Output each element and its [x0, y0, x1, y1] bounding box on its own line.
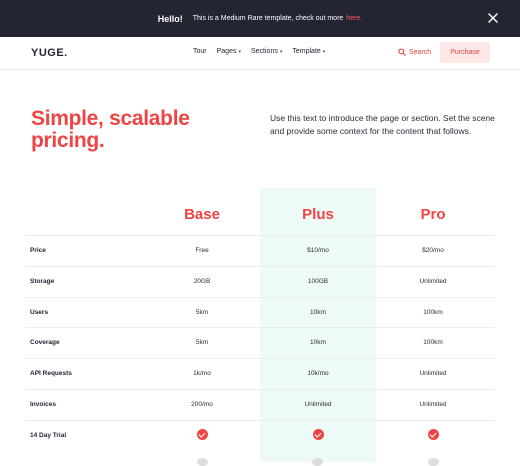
table-cell: 100km	[423, 339, 443, 347]
table-cell	[375, 428, 491, 445]
chevron-down-icon: ▾	[279, 48, 283, 55]
table-cell: Unlimited	[419, 370, 447, 378]
row-label: Users	[30, 308, 49, 316]
chevron-down-icon: ▾	[322, 48, 326, 55]
table-cell: 100GB	[307, 277, 329, 285]
page-title: Simple, scalable pricing.	[31, 107, 190, 152]
search-label: Search	[409, 48, 432, 56]
nav-item-label: Sections	[251, 48, 278, 55]
check-icon	[428, 458, 439, 466]
nav-item-tour[interactable]: Tour	[193, 48, 207, 55]
table-cell: $10/mo	[307, 247, 329, 254]
announcement-bar: Hello! This is a Medium Rare template, c…	[0, 0, 520, 37]
table-cell: Unlimited	[304, 401, 332, 408]
intro-text: Use this text to introduce the page or s…	[270, 113, 495, 136]
table-row: API Requests 1k/mo 10k/mo Unlimited	[25, 358, 495, 390]
nav-item-template[interactable]: Template ▾	[292, 48, 325, 55]
nav-item-label: Tour	[193, 48, 207, 55]
nav-item-sections[interactable]: Sections ▾	[251, 48, 282, 55]
navbar: YUGE. Tour Pages ▾ Sections ▾ Template ▾…	[0, 37, 520, 70]
nav-item-pages[interactable]: Pages ▾	[217, 48, 241, 55]
close-icon[interactable]	[486, 11, 500, 25]
chevron-down-icon: ▾	[238, 48, 241, 55]
table-cell	[260, 428, 376, 445]
table-cell: 10k/mo	[307, 370, 329, 378]
search-button[interactable]: Search	[398, 48, 431, 56]
table-cell: Unlimited	[419, 277, 447, 285]
announcement-hello: Hello!	[157, 13, 183, 24]
row-label: Coverage	[30, 339, 60, 347]
plan-name-plus: Plus	[302, 206, 334, 223]
plan-name-base: Base	[184, 206, 220, 223]
purchase-button[interactable]: Purchase	[440, 42, 490, 63]
row-label: 14 Day Trial	[30, 431, 67, 439]
check-icon	[197, 458, 208, 466]
announcement-text: This is a Medium Rare template, check ou…	[192, 15, 344, 22]
table-cell: Free	[195, 247, 209, 254]
table-cell: 5km	[195, 339, 209, 347]
table-row: Coverage 5km 10km 100km	[25, 327, 495, 359]
row-label: Price	[30, 247, 46, 254]
table-row: Users 5km 10km 100km	[25, 296, 495, 329]
table-cell	[144, 428, 260, 445]
logo[interactable]: YUGE.	[31, 47, 68, 59]
nav-menu: Tour Pages ▾ Sections ▾ Template ▾	[193, 48, 325, 55]
table-cell: 100km	[423, 308, 443, 316]
table-cell: 200/mo	[191, 401, 213, 408]
row-label: Storage	[30, 277, 55, 285]
plan-name-pro: Pro	[420, 206, 446, 223]
table-cell: Unlimited	[419, 401, 447, 408]
table-row: Invoices 200/mo Unlimited Unlimited	[25, 389, 495, 421]
table-cell: 1k/mo	[193, 370, 211, 378]
table-cell: 5km	[195, 308, 209, 316]
table-cell: $20/mo	[422, 247, 444, 254]
check-icon	[196, 428, 208, 440]
table-cell: 10km	[310, 339, 326, 347]
table-cell: 20GB	[193, 277, 211, 285]
table-row: 14 Day Trial	[25, 419, 495, 452]
check-icon	[312, 458, 323, 466]
table-row: Storage 20GB 100GB Unlimited	[25, 265, 495, 298]
row-label: Invoices	[30, 401, 57, 408]
announcement-link[interactable]: here.	[346, 15, 362, 22]
check-icon	[427, 428, 439, 440]
nav-item-label: Template	[292, 48, 321, 55]
row-label: API Requests	[30, 370, 72, 378]
check-icon	[312, 428, 324, 440]
nav-item-label: Pages	[216, 48, 237, 55]
table-cell: 10km	[310, 308, 326, 316]
search-icon	[398, 48, 406, 56]
table-row: Price Free $10/mo $20/mo	[25, 235, 495, 267]
